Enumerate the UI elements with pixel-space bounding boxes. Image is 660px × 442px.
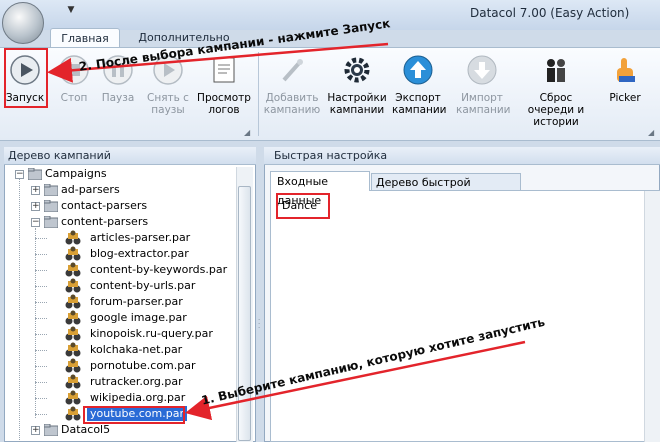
highlight-input-value: [276, 193, 330, 219]
highlight-run-button: [4, 48, 48, 108]
arrow-to-selected-campaign: [185, 340, 526, 421]
highlight-selected-campaign: [83, 406, 185, 424]
